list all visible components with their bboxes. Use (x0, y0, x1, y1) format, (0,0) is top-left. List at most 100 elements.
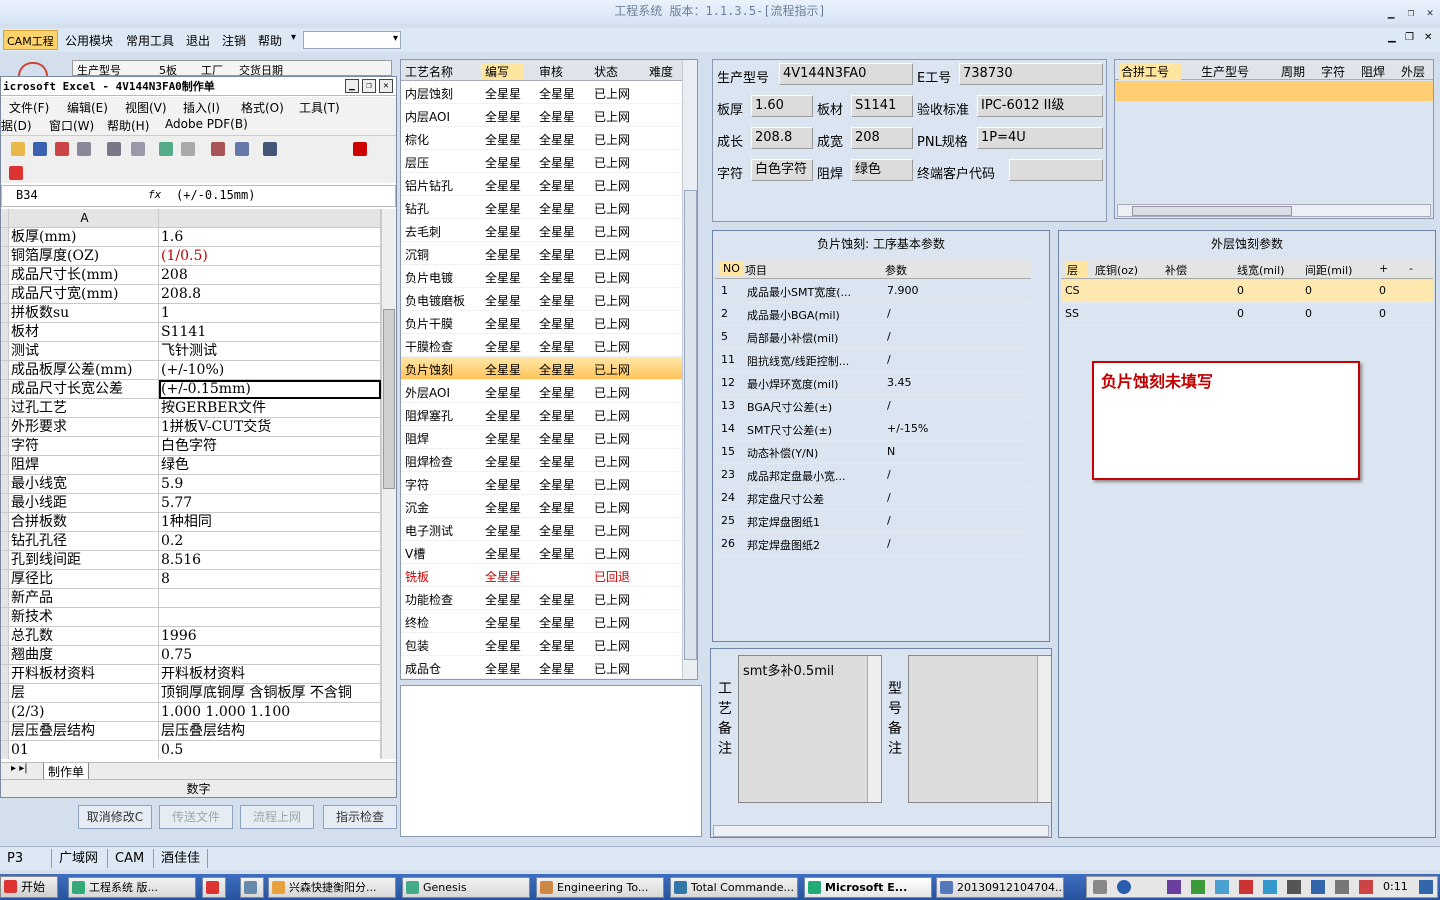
mdi-close-button[interactable]: ✕ (1422, 32, 1434, 43)
network-icon[interactable] (1191, 880, 1205, 894)
cell-b[interactable]: 顶铜厚底铜厚 含铜板厚 不含铜 (159, 684, 381, 703)
row-header[interactable] (1, 665, 9, 684)
row-header[interactable] (1, 722, 9, 741)
solder-mask-field[interactable]: 绿色 (851, 159, 913, 181)
cell-a[interactable]: 成品板厚公差(mm) (9, 361, 159, 380)
merge-col-mask[interactable]: 阻焊 (1361, 63, 1385, 80)
process-row[interactable]: 成品仓 全星星 全星星 已上网 (401, 656, 682, 679)
cell-b[interactable]: 208 (159, 266, 381, 285)
row-header[interactable] (1, 247, 9, 266)
excel-minimize-button[interactable]: ▁ (345, 79, 359, 93)
row-header[interactable] (1, 399, 9, 418)
process-row[interactable]: 功能检查 全星星 全星星 已上网 (401, 587, 682, 610)
e-number-field[interactable]: 738730 (959, 63, 1103, 85)
merge-col-cycle[interactable]: 周期 (1281, 63, 1305, 80)
cell-b[interactable]: 208.8 (159, 285, 381, 304)
cell-b[interactable]: 层压叠层结构 (159, 722, 381, 741)
process-row[interactable]: 电子测试 全星星 全星星 已上网 (401, 518, 682, 541)
task-app-calc[interactable] (240, 877, 264, 898)
cancel-edit-button[interactable]: 取消修改C (78, 805, 152, 829)
zoom-icon[interactable] (131, 142, 145, 156)
cell-a[interactable]: 成品尺寸宽(mm) (9, 285, 159, 304)
cell-b[interactable]: 1.000 1.000 1.100 (159, 703, 381, 722)
etch-param-row[interactable]: 2 成品最小BGA(mil) / (715, 303, 1031, 326)
merge-col-silkscreen[interactable]: 字符 (1321, 63, 1345, 80)
process-row[interactable]: 字符 全星星 全星星 已上网 (401, 472, 682, 495)
etch-param-row[interactable]: 5 局部最小补偿(mil) / (715, 326, 1031, 349)
save-icon[interactable] (33, 142, 47, 156)
cell-a[interactable]: 板厚(mm) (9, 228, 159, 247)
cell-b[interactable]: 白色字符 (159, 437, 381, 456)
cell-a[interactable]: 最小线距 (9, 494, 159, 513)
menu-help[interactable]: 帮助 (256, 32, 284, 49)
cell-b[interactable]: 1.6 (159, 228, 381, 247)
cell-a[interactable]: 最小线宽 (9, 475, 159, 494)
cell-a[interactable]: 成品尺寸长(mm) (9, 266, 159, 285)
font-color-icon[interactable] (353, 142, 367, 156)
row-header[interactable] (1, 304, 9, 323)
row-header[interactable] (1, 342, 9, 361)
volume-icon[interactable] (1335, 880, 1349, 894)
formula-input[interactable]: (+/-0.15mm) (176, 188, 255, 202)
customer-code-field[interactable] (1009, 159, 1103, 181)
menu-cam-project[interactable]: CAM工程 (3, 30, 58, 50)
excel-menu-format[interactable]: 格式(O) (241, 99, 284, 116)
task-excel[interactable]: Microsoft E... (804, 877, 932, 898)
row-header[interactable] (1, 684, 9, 703)
antivirus-icon[interactable] (1239, 880, 1253, 894)
cell-a[interactable]: 字符 (9, 437, 159, 456)
cell-b[interactable]: 飞针测试 (159, 342, 381, 361)
cell-a[interactable]: 新产品 (9, 589, 159, 608)
print-preview-icon[interactable] (107, 142, 121, 156)
process-detail-area[interactable] (400, 685, 702, 837)
etch-param-row[interactable]: 14 SMT尺寸公差(±) +/-15% (715, 418, 1031, 441)
process-row[interactable]: 干膜检查 全星星 全星星 已上网 (401, 334, 682, 357)
excel-restore-button[interactable]: ❐ (362, 79, 376, 93)
pnl-field[interactable]: 1P=4U (977, 127, 1103, 149)
cell-a[interactable]: 翘曲度 (9, 646, 159, 665)
cell-b[interactable]: 5.9 (159, 475, 381, 494)
row-header[interactable] (1, 494, 9, 513)
monitor-icon[interactable] (1311, 880, 1325, 894)
etch-param-row[interactable]: 11 阻抗线宽/线距控制... / (715, 349, 1031, 372)
row-header[interactable] (1, 285, 9, 304)
row-header[interactable] (1, 437, 9, 456)
process-row[interactable]: 内层蚀刻 全星星 全星星 已上网 (401, 81, 682, 104)
etch-col-param[interactable]: 参数 (885, 262, 907, 278)
process-row[interactable]: V槽 全星星 全星星 已上网 (401, 541, 682, 564)
pdf-icon[interactable] (55, 142, 69, 156)
row-header[interactable] (1, 741, 9, 759)
menu-exit[interactable]: 退出 (184, 32, 212, 49)
cell-a[interactable]: 铜箔厚度(OZ) (9, 247, 159, 266)
row-header[interactable] (1, 513, 9, 532)
status-p3[interactable]: P3 (4, 849, 52, 868)
process-list-scrollbar[interactable] (682, 60, 697, 679)
row-header[interactable] (1, 361, 9, 380)
header-writer[interactable]: 编写 (481, 63, 524, 80)
task-genesis[interactable]: Genesis (402, 877, 530, 898)
user-tray-icon[interactable] (1287, 880, 1301, 894)
cell-a[interactable]: 钻孔孔径 (9, 532, 159, 551)
chart-wizard-icon[interactable] (9, 166, 23, 180)
header-difficulty[interactable]: 难度 (649, 63, 673, 80)
width-field[interactable]: 208 (851, 127, 913, 149)
cell-b[interactable]: 8.516 (159, 551, 381, 570)
standard-field[interactable]: IPC-6012 II级 (977, 95, 1103, 117)
row-header[interactable] (1, 627, 9, 646)
security-icon[interactable] (1359, 880, 1373, 894)
cell-a[interactable]: 01 (9, 741, 159, 759)
copy-icon[interactable] (235, 142, 249, 156)
globe-icon[interactable] (1215, 880, 1229, 894)
column-header-a[interactable]: A (9, 209, 159, 228)
etch-param-row[interactable]: 23 成品邦定盘最小宽... / (715, 464, 1031, 487)
cell-b[interactable]: 1996 (159, 627, 381, 646)
cell-a[interactable]: 层 (9, 684, 159, 703)
task-engineering-system[interactable]: 工程系统 版... (68, 877, 196, 898)
model-note-scrollbar[interactable] (1037, 656, 1051, 802)
keyboard-icon[interactable] (1093, 880, 1107, 894)
mdi-restore-button[interactable]: ❐ (1403, 32, 1416, 43)
corner-cell[interactable] (1, 209, 9, 228)
etch-param-row[interactable]: 1 成品最小SMT宽度(... 7.900 (715, 280, 1031, 303)
spreadsheet-grid[interactable]: A 板厚(mm) 1.6 铜箔厚度(OZ) (1/0.5) 成品尺寸长(mm) 208 成… (1, 209, 381, 759)
process-row[interactable]: 阻焊塞孔 全星星 全星星 已上网 (401, 403, 682, 426)
